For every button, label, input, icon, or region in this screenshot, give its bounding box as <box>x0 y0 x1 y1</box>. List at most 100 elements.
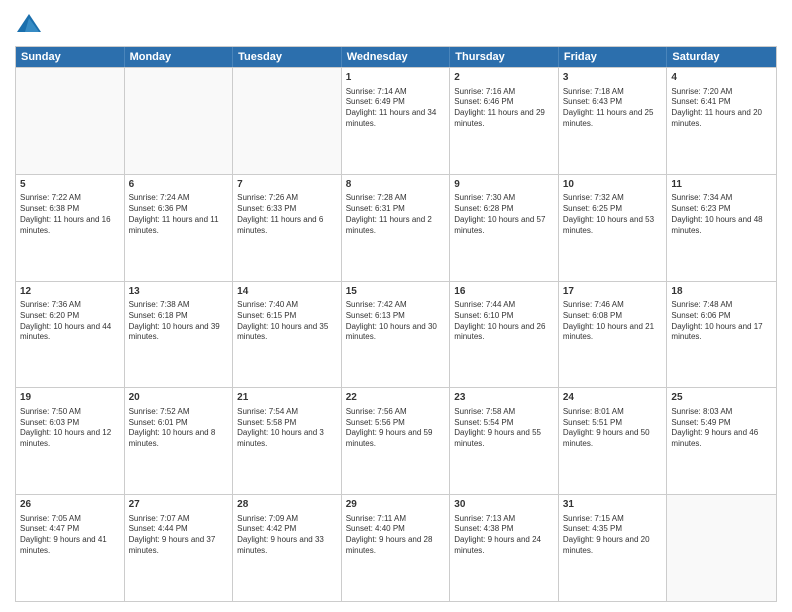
day-number: 27 <box>129 498 229 512</box>
calendar-header: SundayMondayTuesdayWednesdayThursdayFrid… <box>16 47 776 67</box>
cell-text-line: Sunset: 6:25 PM <box>563 204 663 215</box>
calendar-cell-2-1: 13Sunrise: 7:38 AMSunset: 6:18 PMDayligh… <box>125 282 234 388</box>
cell-text-line: Daylight: 9 hours and 46 minutes. <box>671 428 772 450</box>
day-number: 4 <box>671 71 772 85</box>
cell-text-line: Daylight: 10 hours and 8 minutes. <box>129 428 229 450</box>
day-number: 9 <box>454 178 554 192</box>
calendar-cell-4-5: 31Sunrise: 7:15 AMSunset: 4:35 PMDayligh… <box>559 495 668 601</box>
cell-text-line: Sunrise: 7:13 AM <box>454 514 554 525</box>
calendar-cell-0-2 <box>233 68 342 174</box>
calendar-cell-3-1: 20Sunrise: 7:52 AMSunset: 6:01 PMDayligh… <box>125 388 234 494</box>
cell-text-line: Sunset: 6:46 PM <box>454 97 554 108</box>
calendar-cell-0-4: 2Sunrise: 7:16 AMSunset: 6:46 PMDaylight… <box>450 68 559 174</box>
cell-text-line: Sunset: 5:54 PM <box>454 418 554 429</box>
cell-text-line: Sunset: 6:13 PM <box>346 311 446 322</box>
cell-text-line: Sunset: 6:31 PM <box>346 204 446 215</box>
day-number: 24 <box>563 391 663 405</box>
day-number: 6 <box>129 178 229 192</box>
cell-text-line: Sunset: 6:06 PM <box>671 311 772 322</box>
calendar-cell-2-6: 18Sunrise: 7:48 AMSunset: 6:06 PMDayligh… <box>667 282 776 388</box>
calendar-cell-1-2: 7Sunrise: 7:26 AMSunset: 6:33 PMDaylight… <box>233 175 342 281</box>
cell-text-line: Sunrise: 7:44 AM <box>454 300 554 311</box>
cell-text-line: Sunset: 6:01 PM <box>129 418 229 429</box>
calendar-cell-1-5: 10Sunrise: 7:32 AMSunset: 6:25 PMDayligh… <box>559 175 668 281</box>
calendar-row-2: 12Sunrise: 7:36 AMSunset: 6:20 PMDayligh… <box>16 281 776 388</box>
cell-text-line: Sunset: 4:47 PM <box>20 524 120 535</box>
day-number: 29 <box>346 498 446 512</box>
calendar-cell-1-0: 5Sunrise: 7:22 AMSunset: 6:38 PMDaylight… <box>16 175 125 281</box>
day-number: 7 <box>237 178 337 192</box>
cell-text-line: Sunrise: 7:15 AM <box>563 514 663 525</box>
day-number: 12 <box>20 285 120 299</box>
cell-text-line: Sunset: 5:49 PM <box>671 418 772 429</box>
calendar-row-0: 1Sunrise: 7:14 AMSunset: 6:49 PMDaylight… <box>16 67 776 174</box>
cell-text-line: Daylight: 10 hours and 21 minutes. <box>563 322 663 344</box>
calendar-cell-1-6: 11Sunrise: 7:34 AMSunset: 6:23 PMDayligh… <box>667 175 776 281</box>
cell-text-line: Sunrise: 7:42 AM <box>346 300 446 311</box>
cell-text-line: Sunrise: 7:40 AM <box>237 300 337 311</box>
cell-text-line: Sunset: 6:28 PM <box>454 204 554 215</box>
calendar-cell-4-2: 28Sunrise: 7:09 AMSunset: 4:42 PMDayligh… <box>233 495 342 601</box>
cell-text-line: Sunset: 6:15 PM <box>237 311 337 322</box>
day-number: 25 <box>671 391 772 405</box>
cell-text-line: Sunrise: 7:38 AM <box>129 300 229 311</box>
cell-text-line: Daylight: 10 hours and 57 minutes. <box>454 215 554 237</box>
calendar-cell-2-2: 14Sunrise: 7:40 AMSunset: 6:15 PMDayligh… <box>233 282 342 388</box>
cell-text-line: Daylight: 9 hours and 20 minutes. <box>563 535 663 557</box>
day-number: 16 <box>454 285 554 299</box>
cell-text-line: Sunset: 6:33 PM <box>237 204 337 215</box>
cell-text-line: Sunset: 4:38 PM <box>454 524 554 535</box>
cell-text-line: Sunset: 4:44 PM <box>129 524 229 535</box>
cell-text-line: Sunset: 5:51 PM <box>563 418 663 429</box>
cell-text-line: Sunrise: 7:48 AM <box>671 300 772 311</box>
day-number: 15 <box>346 285 446 299</box>
cell-text-line: Daylight: 10 hours and 26 minutes. <box>454 322 554 344</box>
logo-icon <box>15 10 43 38</box>
calendar-row-1: 5Sunrise: 7:22 AMSunset: 6:38 PMDaylight… <box>16 174 776 281</box>
calendar-row-3: 19Sunrise: 7:50 AMSunset: 6:03 PMDayligh… <box>16 387 776 494</box>
cell-text-line: Sunset: 6:23 PM <box>671 204 772 215</box>
cell-text-line: Sunset: 5:56 PM <box>346 418 446 429</box>
cell-text-line: Daylight: 10 hours and 35 minutes. <box>237 322 337 344</box>
day-number: 10 <box>563 178 663 192</box>
cell-text-line: Daylight: 11 hours and 11 minutes. <box>129 215 229 237</box>
day-number: 19 <box>20 391 120 405</box>
cell-text-line: Sunset: 5:58 PM <box>237 418 337 429</box>
logo <box>15 10 47 38</box>
calendar-cell-4-1: 27Sunrise: 7:07 AMSunset: 4:44 PMDayligh… <box>125 495 234 601</box>
day-number: 31 <box>563 498 663 512</box>
cell-text-line: Sunrise: 7:32 AM <box>563 193 663 204</box>
cell-text-line: Sunset: 6:08 PM <box>563 311 663 322</box>
calendar-cell-3-2: 21 Sunrise: 7:54 AMSunset: 5:58 PMDayligh… <box>233 388 342 494</box>
header-day-saturday: Saturday <box>667 47 776 67</box>
cell-text-line: Daylight: 11 hours and 6 minutes. <box>237 215 337 237</box>
day-number: 3 <box>563 71 663 85</box>
cell-text-line: Sunset: 4:42 PM <box>237 524 337 535</box>
cell-text-line: Sunrise: 7:14 AM <box>346 87 446 98</box>
day-number: 13 <box>129 285 229 299</box>
calendar-cell-2-5: 17Sunrise: 7:46 AMSunset: 6:08 PMDayligh… <box>559 282 668 388</box>
cell-text-line: Daylight: 11 hours and 25 minutes. <box>563 108 663 130</box>
cell-text-line: Sunrise: 7:54 AM <box>237 407 337 418</box>
cell-text-line: Sunrise: 8:01 AM <box>563 407 663 418</box>
cell-text-line: Daylight: 11 hours and 2 minutes. <box>346 215 446 237</box>
cell-text-line: Sunrise: 7:20 AM <box>671 87 772 98</box>
cell-text-line: Daylight: 9 hours and 59 minutes. <box>346 428 446 450</box>
day-number: 30 <box>454 498 554 512</box>
day-number: 26 <box>20 498 120 512</box>
cell-text-line: Daylight: 9 hours and 41 minutes. <box>20 535 120 557</box>
cell-text-line: Sunrise: 7:30 AM <box>454 193 554 204</box>
cell-text-line: Sunset: 6:43 PM <box>563 97 663 108</box>
calendar-cell-0-5: 3Sunrise: 7:18 AMSunset: 6:43 PMDaylight… <box>559 68 668 174</box>
cell-text-line: Sunrise: 7:36 AM <box>20 300 120 311</box>
cell-text-line: Sunrise: 7:28 AM <box>346 193 446 204</box>
calendar-cell-1-1: 6Sunrise: 7:24 AMSunset: 6:36 PMDaylight… <box>125 175 234 281</box>
cell-text-line: Sunrise: 7:16 AM <box>454 87 554 98</box>
day-number: 21 <box>237 391 337 405</box>
calendar-cell-0-3: 1Sunrise: 7:14 AMSunset: 6:49 PMDaylight… <box>342 68 451 174</box>
cell-text-line: Sunrise: 7:34 AM <box>671 193 772 204</box>
cell-text-line: Daylight: 11 hours and 20 minutes. <box>671 108 772 130</box>
calendar-cell-3-0: 19Sunrise: 7:50 AMSunset: 6:03 PMDayligh… <box>16 388 125 494</box>
cell-text-line: Daylight: 11 hours and 34 minutes. <box>346 108 446 130</box>
cell-text-line: Daylight: 10 hours and 3 minutes. <box>237 428 337 450</box>
